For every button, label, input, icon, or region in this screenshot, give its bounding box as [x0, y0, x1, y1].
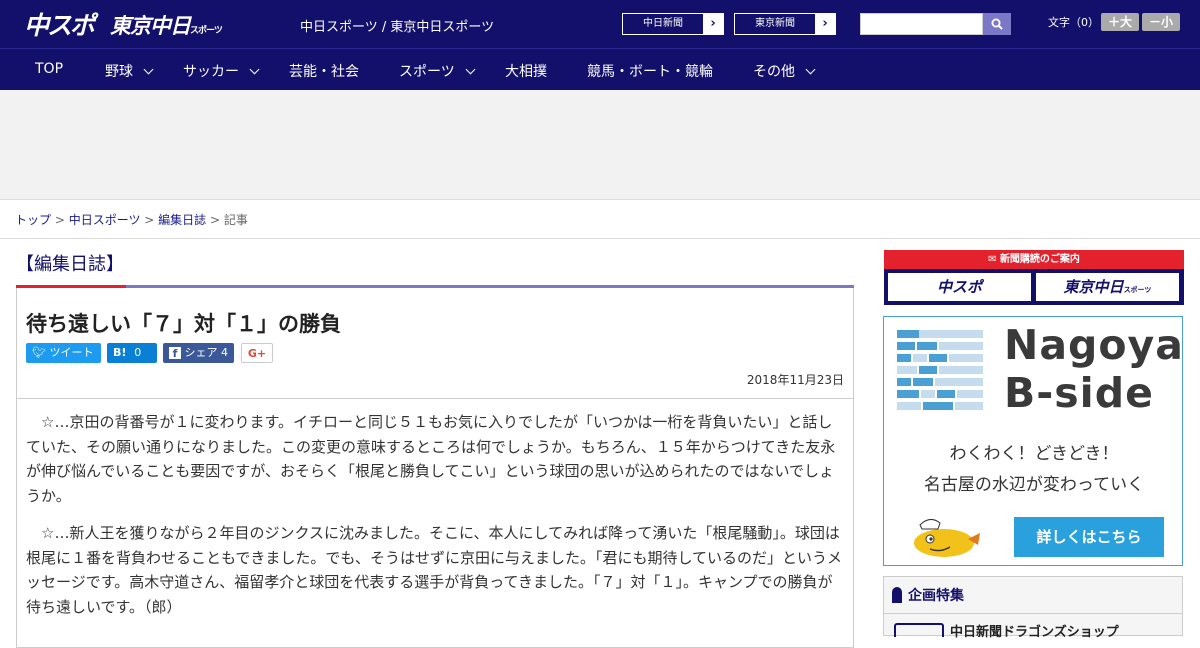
special-features-heading-text: 企画特集: [908, 588, 964, 604]
nav-label: 芸能・社会: [289, 64, 359, 80]
subscription-banner[interactable]: ✉ 新聞購読のご案内 中スポ 東京中日スポーツ: [884, 250, 1184, 305]
breadcrumb-separator: >: [140, 213, 159, 227]
bside-copy-line: 名古屋の水辺が変わっていく: [923, 475, 1145, 495]
subscription-heading-text: 新聞購読のご案内: [999, 254, 1080, 265]
newspaper-icon: ✉: [988, 254, 997, 265]
main-nav: TOP 野球 サッカー 芸能・社会 スポーツ 大相撲 競馬・ボート・競輪 その他: [0, 48, 1200, 90]
font-size-label: 文字（0）: [1048, 16, 1099, 29]
nav-item-sports[interactable]: スポーツ: [399, 61, 476, 81]
subscribe-tokyo-sub: スポーツ: [1123, 286, 1152, 294]
bside-copy-line: わくわく！どきどき！: [949, 444, 1119, 464]
chevron-right-icon: ›: [815, 14, 835, 34]
article-paragraph: ☆…京田の背番号が１に変わります。イチローと同じ５１もお気に入りでしたが「いつか…: [26, 413, 836, 505]
font-smaller-button[interactable]: －小: [1142, 13, 1180, 31]
special-features-panel: 企画特集 中日新聞ドラゴンズショップ: [883, 576, 1183, 640]
bside-title-line: Nagoya: [1004, 321, 1184, 369]
facebook-icon: f: [169, 347, 181, 360]
subscribe-tokyo-logo[interactable]: 東京中日スポーツ: [1036, 273, 1179, 301]
nav-item-entertainment[interactable]: 芸能・社会: [289, 61, 359, 81]
tokyo-shimbun-link[interactable]: 東京新聞 ›: [734, 13, 836, 35]
breadcrumb-current: 記事: [223, 213, 248, 227]
search-button[interactable]: [983, 13, 1011, 35]
chevron-down-icon: [143, 64, 154, 75]
hatena-bookmark-button[interactable]: B! 0: [107, 343, 157, 363]
facebook-share-label: シェア: [184, 346, 218, 359]
breadcrumb-editorial-diary[interactable]: 編集日誌: [158, 213, 206, 227]
subscribe-tokyo-text: 東京中日: [1063, 278, 1124, 296]
breadcrumb-chunichi-sports[interactable]: 中日スポーツ: [69, 213, 141, 227]
hatena-icon: B!: [113, 346, 127, 359]
nav-label: 大相撲: [505, 64, 547, 80]
chevron-down-icon: [249, 64, 260, 75]
search-input[interactable]: [860, 13, 983, 35]
font-larger-button[interactable]: ＋大: [1101, 13, 1139, 31]
nav-item-sumo[interactable]: 大相撲: [505, 61, 547, 81]
search-icon: [991, 18, 1003, 30]
special-feature-link[interactable]: 中日新聞ドラゴンズショップ: [950, 621, 1119, 640]
brick-grid-logo-icon: [897, 330, 983, 410]
facebook-share-count: 4: [221, 346, 228, 359]
nav-label: サッカー: [183, 64, 239, 80]
facebook-share-button[interactable]: f シェア 4: [163, 343, 234, 363]
award-ribbon-icon: [892, 587, 902, 603]
chevron-right-icon: ›: [703, 14, 723, 34]
site-name: 中日スポーツ / 東京中日スポーツ: [300, 20, 495, 35]
article-headline: 待ち遠しい「７」対「１」の勝負: [26, 312, 341, 336]
tweet-button[interactable]: 🐦︎ ツイート: [26, 343, 101, 363]
nav-label: 競馬・ボート・競輪: [587, 64, 713, 80]
nav-label: スポーツ: [399, 64, 455, 80]
section-title: 【編集日誌】: [16, 254, 124, 275]
special-features-divider: [884, 613, 1182, 614]
breadcrumb-separator: >: [51, 213, 69, 227]
tokyo-logo-sub: スポーツ: [190, 26, 223, 36]
breadcrumb-top[interactable]: トップ: [15, 213, 51, 227]
bside-title-line: B-side: [1004, 369, 1154, 417]
dragons-shop-thumbnail[interactable]: [894, 623, 944, 637]
chunichi-shimbun-link[interactable]: 中日新聞 ›: [622, 13, 724, 35]
chevron-down-icon: [465, 64, 476, 75]
nav-item-top[interactable]: TOP: [35, 61, 63, 77]
article-date: 2018年11月23日: [746, 373, 844, 387]
paper-link-label: 中日新聞: [643, 18, 683, 29]
chevron-down-icon: [805, 64, 816, 75]
tokyo-logo-text: 東京中日: [110, 14, 191, 38]
tokyo-chunichi-logo[interactable]: 東京中日スポーツ: [110, 10, 223, 40]
article-divider: [16, 398, 854, 399]
google-plus-button[interactable]: G+: [241, 343, 273, 363]
article-paragraph: ☆…新人王を獲りながら２年目のジンクスに沈みました。そこに、本人にしてみれば降っ…: [26, 524, 843, 616]
fried-shrimp-mascot-icon: [914, 519, 980, 557]
nav-label: TOP: [35, 61, 64, 77]
nav-item-racing[interactable]: 競馬・ボート・競輪: [587, 61, 713, 81]
site-header: 中スポ 東京中日スポーツ 中日スポーツ / 東京中日スポーツ 中日新聞 › 東京…: [0, 0, 1200, 48]
paper-link-label: 東京新聞: [755, 18, 795, 29]
nav-item-baseball[interactable]: 野球: [105, 61, 154, 81]
nav-item-other[interactable]: その他: [753, 61, 816, 81]
nav-label: その他: [753, 64, 795, 80]
subscribe-chuspo-logo[interactable]: 中スポ: [888, 273, 1031, 301]
breadcrumb-separator: >: [206, 213, 224, 227]
nagoya-bside-banner[interactable]: Nagoya B-side わくわく！どきどき！ 名古屋の水辺が変わっていく 詳…: [883, 316, 1183, 566]
hatena-count: 0: [134, 346, 142, 359]
nav-label: 野球: [105, 64, 133, 80]
chuspo-logo[interactable]: 中スポ: [24, 6, 95, 42]
nav-item-soccer[interactable]: サッカー: [183, 61, 260, 81]
bside-title: Nagoya B-side: [1004, 321, 1184, 417]
breadcrumb: トップ > 中日スポーツ > 編集日誌 > 記事: [15, 211, 248, 228]
tweet-label: ツイート: [49, 346, 94, 359]
twitter-bird-icon: 🐦︎: [32, 346, 46, 359]
breadcrumb-divider: [0, 238, 1200, 239]
bside-details-button[interactable]: 詳しくはこちら: [1014, 517, 1164, 557]
special-features-heading: 企画特集: [892, 585, 964, 605]
ad-banner-area: [0, 90, 1200, 200]
subscription-heading: ✉ 新聞購読のご案内: [884, 250, 1184, 269]
